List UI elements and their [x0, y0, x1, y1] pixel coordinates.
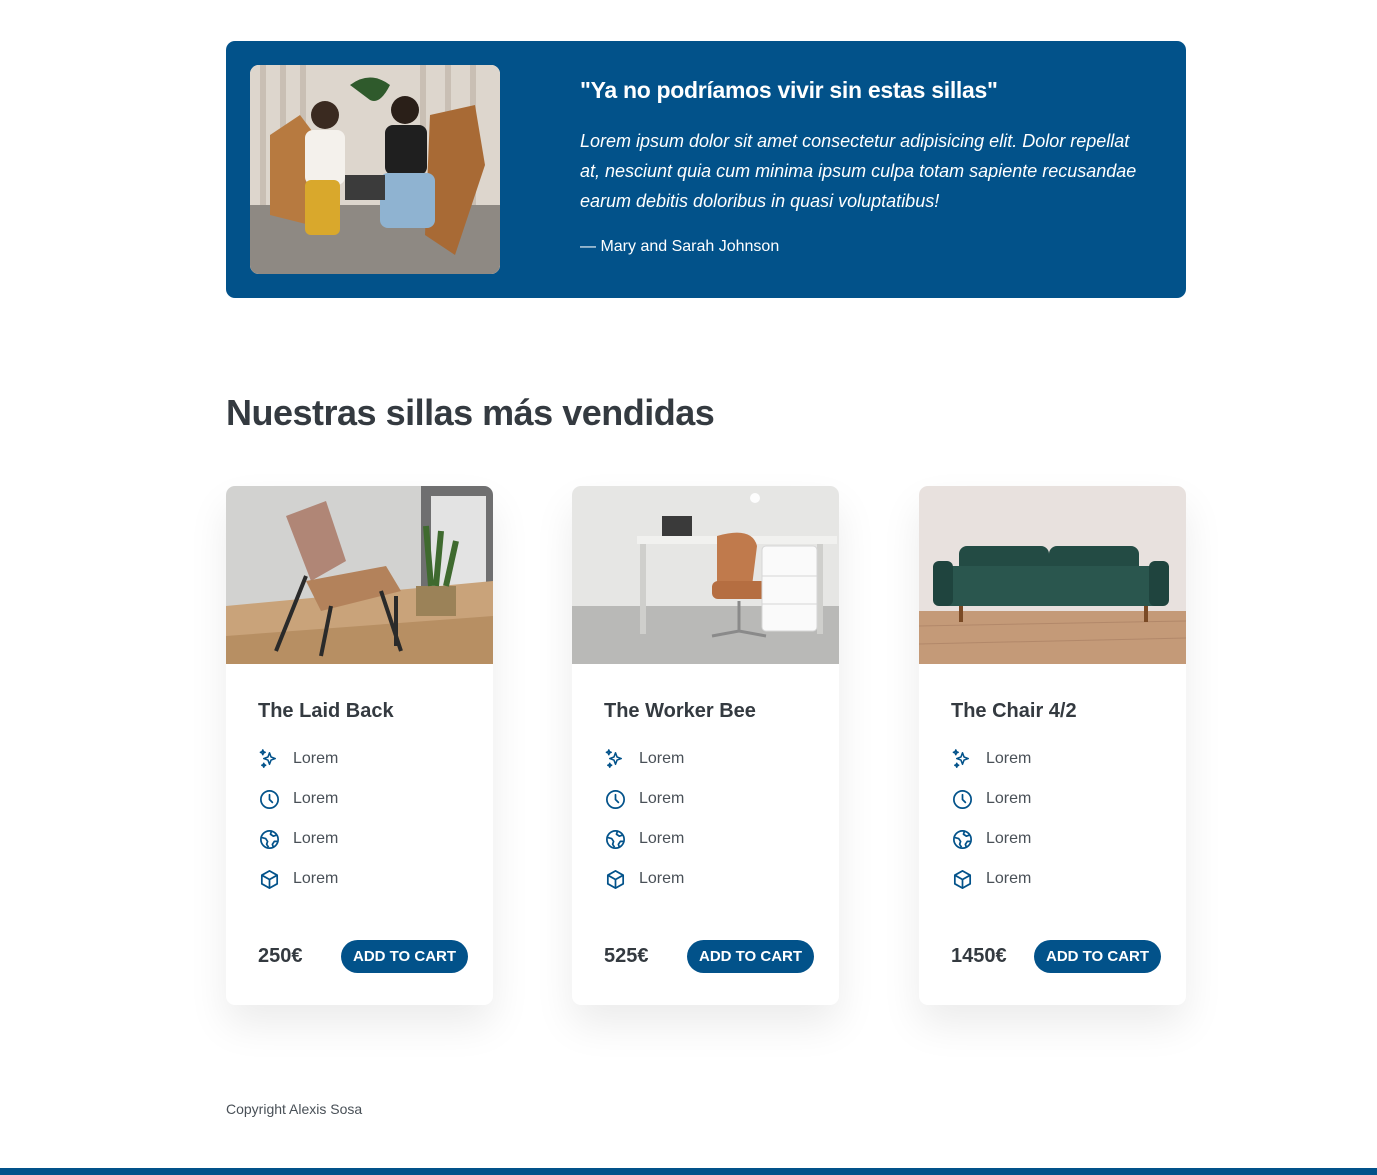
sparkles-icon: [952, 748, 970, 768]
product-card: The Worker Bee Lorem Lorem Lorem Lorem 5…: [572, 486, 839, 1005]
feature-item: Lorem: [951, 827, 1154, 851]
cube-icon: [260, 869, 279, 889]
feature-label: Lorem: [639, 790, 685, 807]
product-name: The Worker Bee: [604, 700, 756, 722]
feature-item: Lorem: [604, 827, 807, 851]
feature-label: Lorem: [986, 750, 1032, 767]
globe-icon: [953, 829, 972, 849]
product-name: The Chair 4/2: [951, 700, 1077, 722]
feature-label: Lorem: [293, 750, 339, 767]
add-to-cart-button[interactable]: ADD TO CART: [687, 940, 815, 973]
feature-item: Lorem: [951, 867, 1154, 891]
feature-label: Lorem: [293, 870, 339, 887]
feature-label: Lorem: [293, 830, 339, 847]
feature-label: Lorem: [293, 790, 339, 807]
feature-item: Lorem: [951, 747, 1154, 771]
clock-icon: [260, 789, 279, 809]
feature-label: Lorem: [986, 790, 1032, 807]
clock-icon: [953, 789, 972, 809]
feature-item: Lorem: [951, 787, 1154, 811]
section-title: Nuestras sillas más vendidas: [226, 392, 715, 433]
clock-icon: [606, 789, 625, 809]
feature-item: Lorem: [604, 867, 807, 891]
testimonial-content: "Ya no podríamos vivir sin estas sillas"…: [580, 77, 1150, 256]
product-photo: [226, 486, 493, 664]
feature-item: Lorem: [604, 787, 807, 811]
product-price: 1450€: [951, 945, 1007, 967]
copyright-text: Copyright Alexis Sosa: [226, 1101, 363, 1117]
add-to-cart-button[interactable]: ADD TO CART: [1034, 940, 1162, 973]
feature-item: Lorem: [258, 747, 461, 771]
feature-label: Lorem: [639, 750, 685, 767]
globe-icon: [260, 829, 279, 849]
feature-label: Lorem: [639, 870, 685, 887]
feature-item: Lorem: [258, 867, 461, 891]
testimonial-author: — Mary and Sarah Johnson: [580, 238, 780, 255]
feature-list: Lorem Lorem Lorem Lorem: [604, 747, 807, 891]
testimonial-body: Lorem ipsum dolor sit amet consectetur a…: [580, 131, 1137, 211]
feature-item: Lorem: [604, 747, 807, 771]
testimonial-photo: [250, 65, 500, 274]
feature-list: Lorem Lorem Lorem Lorem: [951, 747, 1154, 891]
globe-icon: [606, 829, 625, 849]
testimonial-quote: "Ya no podríamos vivir sin estas sillas": [580, 77, 998, 103]
product-photo: [919, 486, 1186, 664]
product-card: The Laid Back Lorem Lorem Lorem Lorem 25…: [226, 486, 493, 1005]
add-to-cart-button[interactable]: ADD TO CART: [341, 940, 469, 973]
product-price: 525€: [604, 945, 649, 967]
product-price: 250€: [258, 945, 303, 967]
feature-label: Lorem: [986, 870, 1032, 887]
sparkles-icon: [259, 748, 277, 768]
feature-list: Lorem Lorem Lorem Lorem: [258, 747, 461, 891]
product-card: The Chair 4/2 Lorem Lorem Lorem Lorem 14…: [919, 486, 1186, 1005]
feature-item: Lorem: [258, 827, 461, 851]
sparkles-icon: [605, 748, 623, 768]
product-photo: [572, 486, 839, 664]
feature-label: Lorem: [986, 830, 1032, 847]
feature-item: Lorem: [258, 787, 461, 811]
bottom-bar: [0, 1168, 1377, 1175]
cube-icon: [953, 869, 972, 889]
product-name: The Laid Back: [258, 700, 394, 722]
feature-label: Lorem: [639, 830, 685, 847]
cube-icon: [606, 869, 625, 889]
testimonial-section: "Ya no podríamos vivir sin estas sillas"…: [226, 41, 1186, 298]
